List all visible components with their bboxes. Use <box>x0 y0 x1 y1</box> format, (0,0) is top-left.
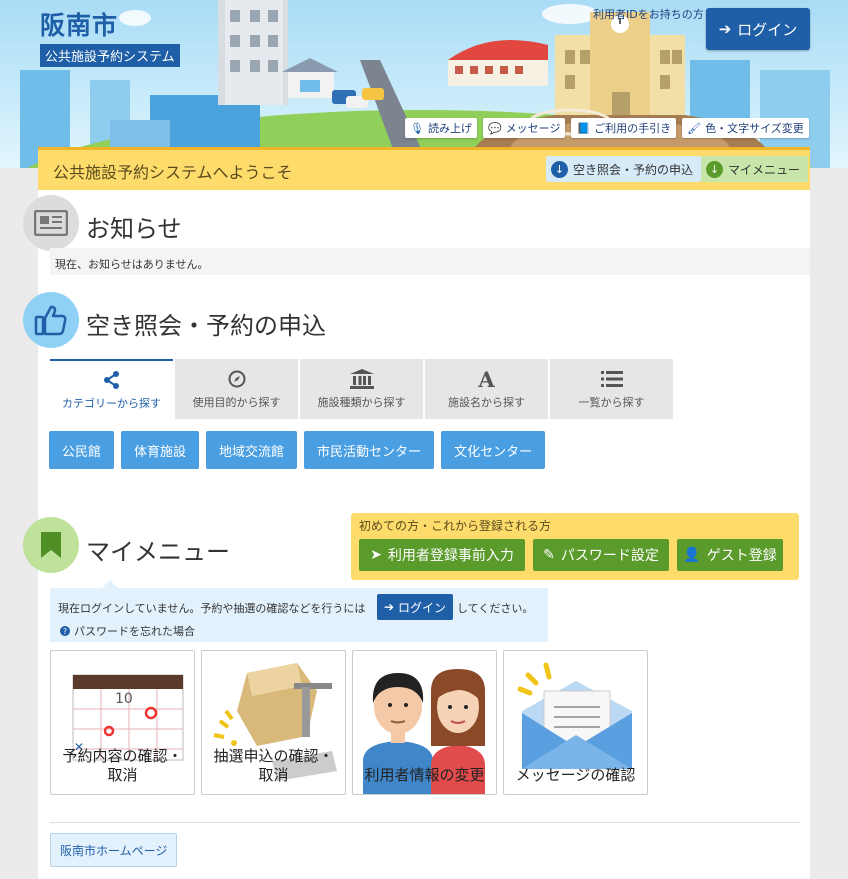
notice-login-label: ログイン <box>398 600 447 615</box>
reservation-check-label-line1: 予約内容の確認・ <box>62 747 183 765</box>
user-info-label-line1: 利用者情報の変更 <box>364 766 485 784</box>
font-icon: A <box>478 366 495 392</box>
tab-list[interactable]: 一覧から探す <box>550 359 673 419</box>
site-subtitle: 公共施設予約システム <box>40 44 180 67</box>
header-login-label: ログイン <box>737 20 798 39</box>
read-aloud-label: 読み上げ <box>427 122 472 135</box>
tab-purpose-label: 使用目的から探す <box>192 396 281 409</box>
bookmark-icon <box>23 517 79 573</box>
tab-category[interactable]: カテゴリーから探す <box>50 359 173 419</box>
jump-mymenu-button[interactable]: ↓ マイメニュー <box>701 156 809 182</box>
new-user-panel: 初めての方・これから登録される方 ➤ 利用者登録事前入力 ✎ パスワード設定 👤… <box>351 513 799 580</box>
compass-icon <box>228 368 246 390</box>
password-setting-label: パスワード設定 <box>560 548 659 564</box>
reservation-check-label: 予約内容の確認・ 取消 <box>51 747 194 785</box>
building-icon <box>349 368 374 390</box>
category-kominkan[interactable]: 公民館 <box>49 431 115 469</box>
tab-facility-name-label: 施設名から探す <box>448 396 525 409</box>
paintbrush-icon: 🖌 <box>687 121 702 135</box>
tab-facility-name[interactable]: A 施設名から探す <box>425 359 548 419</box>
tab-purpose[interactable]: 使用目的から探す <box>175 359 298 419</box>
forgot-password-link[interactable]: ? パスワードを忘れた場合 <box>60 623 195 639</box>
reservation-check-label-line2: 取消 <box>107 766 138 784</box>
footer-divider <box>50 822 800 823</box>
reservation-check-card[interactable]: 10 ✕ 予約内容の確認・ 取消 <box>50 650 195 795</box>
arrow-down-icon: ↓ <box>706 160 723 178</box>
password-setting-button[interactable]: ✎ パスワード設定 <box>533 539 669 571</box>
news-title: お知らせ <box>86 215 182 243</box>
forgot-password-label: パスワードを忘れた場合 <box>74 625 195 638</box>
pencil-icon: ✎ <box>543 547 555 563</box>
guide-label: ご利用の手引き <box>594 122 672 135</box>
category-sports[interactable]: 体育施設 <box>121 431 200 469</box>
lottery-check-label-line2: 取消 <box>258 766 289 784</box>
toolbar: 🎙 読み上げ 💬 メッセージ 📘 ご利用の手引き 🖌 色・文字サイズ変更 <box>405 118 809 138</box>
newspaper-icon <box>23 195 79 251</box>
news-message: 現在、お知らせはありません。 <box>50 248 810 275</box>
calendar-day-number: 10 <box>115 691 133 707</box>
message-button[interactable]: 💬 メッセージ <box>482 118 566 138</box>
pre-register-button[interactable]: ➤ 利用者登録事前入力 <box>359 539 525 571</box>
tab-list-label: 一覧から探す <box>578 396 645 409</box>
welcome-title: 公共施設予約システムへようこそ <box>53 163 293 182</box>
lottery-check-label-line1: 抽選申込の確認・ <box>213 747 334 765</box>
user-icon: 👤 <box>683 547 701 563</box>
header-login-button[interactable]: ➔ ログイン <box>706 8 810 50</box>
mymenu-cards: 10 ✕ 予約内容の確認・ 取消 抽選申込の確認・ 取消 利用者情報の変更 メッ… <box>50 650 648 795</box>
category-buttons: 公民館 体育施設 地域交流館 市民活動センター 文化センター <box>49 431 546 469</box>
microphone-icon: 🎙 <box>410 121 424 135</box>
login-notice: 現在ログインしていません。予約や抽選の確認などを行うには ➔ ログイン してくだ… <box>50 580 548 642</box>
message-check-card[interactable]: メッセージの確認 <box>503 650 648 795</box>
reserve-title: 空き照会・予約の申込 <box>86 312 326 340</box>
guest-register-button[interactable]: 👤 ゲスト登録 <box>677 539 783 571</box>
tab-facility-type[interactable]: 施設種類から探す <box>300 359 423 419</box>
header-banner: 阪南市 公共施設予約システム 利用者IDをお持ちの方 ➔ ログイン 🎙 読み上げ … <box>0 0 848 168</box>
list-icon <box>600 368 623 390</box>
share-icon <box>103 369 121 391</box>
arrow-down-icon: ↓ <box>551 160 568 178</box>
mymenu-title: マイメニュー <box>86 538 230 566</box>
tab-facility-type-label: 施設種類から探す <box>317 396 406 409</box>
main-content: 公共施設予約システムへようこそ ↓ 空き照会・予約の申込 ↓ マイメニュー お知… <box>23 147 810 879</box>
lottery-check-label: 抽選申込の確認・ 取消 <box>202 747 345 785</box>
jump-mymenu-label: マイメニュー <box>728 162 801 177</box>
read-aloud-button[interactable]: 🎙 読み上げ <box>405 118 477 138</box>
thumbs-up-icon <box>23 292 79 348</box>
login-hint: 利用者IDをお持ちの方 <box>593 8 704 21</box>
new-user-label: 初めての方・これから登録される方 <box>359 519 552 533</box>
site-title[interactable]: 阪南市 <box>40 6 118 42</box>
message-check-label-line1: メッセージの確認 <box>515 766 636 784</box>
user-info-label: 利用者情報の変更 <box>353 766 496 785</box>
book-icon: 📘 <box>576 121 591 135</box>
notice-login-button[interactable]: ➔ ログイン <box>377 594 453 620</box>
login-notice-suffix: してください。 <box>457 602 534 615</box>
search-tabs: カテゴリーから探す 使用目的から探す 施設種類から探す A 施設名から探す 一覧… <box>50 359 673 419</box>
guest-register-label: ゲスト登録 <box>706 548 777 564</box>
category-culture-center[interactable]: 文化センター <box>441 431 546 469</box>
category-citizen-center[interactable]: 市民活動センター <box>304 431 435 469</box>
user-info-card[interactable]: 利用者情報の変更 <box>352 650 497 795</box>
paper-plane-icon: ➤ <box>370 547 382 563</box>
login-notice-text: 現在ログインしていません。予約や抽選の確認などを行うには <box>58 602 366 615</box>
tab-category-label: カテゴリーから探す <box>62 397 161 410</box>
sign-in-icon: ➔ <box>718 20 732 38</box>
welcome-bar: 公共施設予約システムへようこそ ↓ 空き照会・予約の申込 ↓ マイメニュー <box>38 147 810 190</box>
guide-button[interactable]: 📘 ご利用の手引き <box>571 118 677 138</box>
color-size-button[interactable]: 🖌 色・文字サイズ変更 <box>682 118 809 138</box>
pre-register-label: 利用者登録事前入力 <box>387 548 514 564</box>
comment-icon: 💬 <box>487 121 502 135</box>
sign-in-icon: ➔ <box>383 600 395 614</box>
category-community[interactable]: 地域交流館 <box>206 431 298 469</box>
color-size-label: 色・文字サイズ変更 <box>705 122 804 135</box>
message-check-label: メッセージの確認 <box>504 766 647 785</box>
message-label: メッセージ <box>505 122 561 135</box>
question-circle-icon: ? <box>60 626 70 636</box>
jump-reserve-label: 空き照会・予約の申込 <box>573 162 694 177</box>
lottery-check-card[interactable]: 抽選申込の確認・ 取消 <box>201 650 346 795</box>
jump-reserve-button[interactable]: ↓ 空き照会・予約の申込 <box>546 156 702 182</box>
homepage-link[interactable]: 阪南市ホームページ <box>50 833 178 867</box>
